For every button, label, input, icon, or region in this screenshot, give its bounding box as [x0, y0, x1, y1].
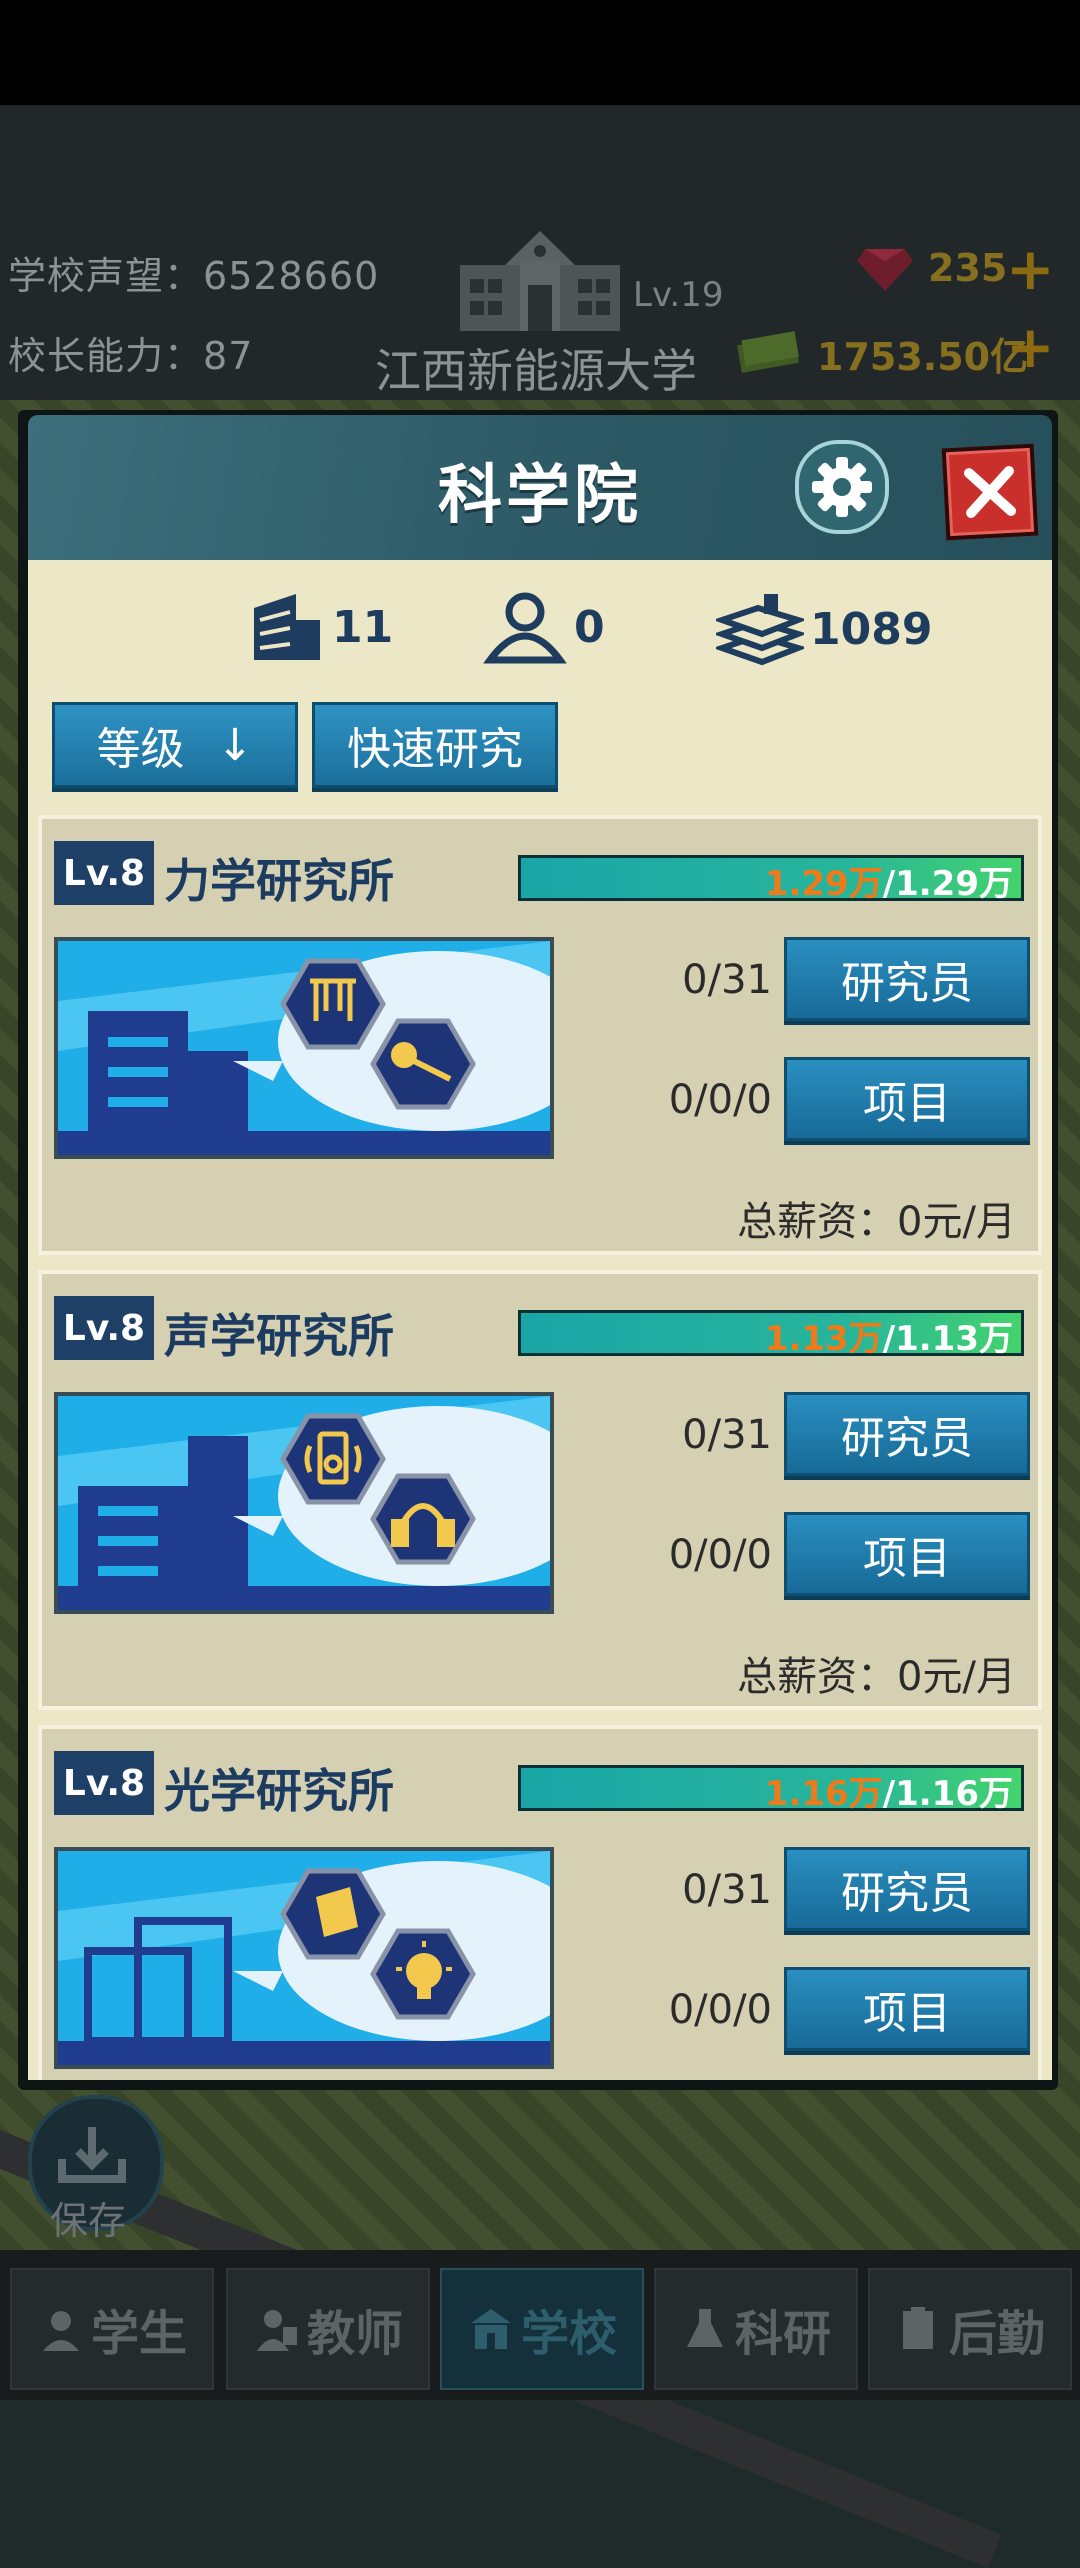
quick-research-label: 快速研究 — [347, 724, 523, 775]
student-icon — [42, 2311, 79, 2351]
gem-icon — [857, 245, 913, 297]
researcher-count: 0/31 — [682, 1412, 772, 1458]
nav-research-label: 科研 — [734, 2306, 831, 2362]
research-progress-bar: 1.13万/1.13万 — [518, 1310, 1024, 1359]
project-button[interactable]: 项目 — [784, 1512, 1030, 1596]
flask-icon — [686, 2309, 723, 2347]
researcher-button[interactable]: 研究员 — [784, 1392, 1030, 1476]
progress-max: /1.16万 — [882, 1774, 1013, 1814]
buildings-count: 11 — [332, 601, 394, 653]
institute-name: 声学研究所 — [164, 1309, 394, 1363]
institute-card-optics: Lv.8 光学研究所 1.16万/1.16万 0/31 研究员 0/0/0 项目 — [38, 1725, 1042, 2080]
arrow-down-icon: ↓ — [216, 719, 254, 771]
cash-icon — [735, 328, 801, 378]
institute-image[interactable] — [54, 1847, 554, 2069]
researcher-count: 0/31 — [682, 1867, 772, 1913]
nav-logistics[interactable]: 后勤 — [868, 2268, 1072, 2390]
nav-research[interactable]: 科研 — [654, 2268, 858, 2390]
add-money-button[interactable]: + — [1006, 318, 1055, 376]
school-building-icon[interactable] — [450, 225, 630, 339]
reputation-value: 6528660 — [203, 254, 380, 298]
building-icon — [254, 594, 320, 660]
close-icon — [963, 465, 1017, 519]
ability-label: 校长能力： — [8, 334, 204, 378]
total-salary: 总薪资：0元/月 — [737, 1654, 1016, 1700]
close-button[interactable] — [941, 443, 1039, 541]
school-level: Lv.19 — [633, 275, 724, 315]
gem-count: 235 — [928, 246, 1008, 290]
books-icon — [716, 594, 804, 666]
school-name: 江西新能源大学 — [375, 344, 697, 398]
teacher-icon — [256, 2310, 297, 2351]
institute-name: 力学研究所 — [164, 854, 394, 908]
reputation-label: 学校声望： — [8, 254, 204, 298]
progress-current: 1.16万 — [764, 1774, 883, 1814]
progress-max: /1.13万 — [882, 1319, 1013, 1359]
nav-school[interactable]: 学校 — [440, 2268, 644, 2390]
principal-ability-stat: 校长能力：87 — [8, 325, 253, 380]
nav-teacher-label: 教师 — [306, 2306, 403, 2362]
institute-name: 光学研究所 — [164, 1764, 394, 1818]
gear-icon — [812, 457, 872, 517]
project-count: 0/0/0 — [668, 1532, 772, 1578]
project-button[interactable]: 项目 — [784, 1057, 1030, 1141]
add-gems-button[interactable]: + — [1006, 240, 1055, 298]
nav-school-label: 学校 — [520, 2306, 617, 2362]
progress-current: 1.29万 — [764, 864, 883, 904]
nav-student-label: 学生 — [90, 2306, 187, 2362]
institute-card-mechanics: Lv.8 力学研究所 1.29万/1.29万 0/31 研究员 0/0/0 项目… — [38, 815, 1042, 1255]
buildings-counter: 11 — [246, 590, 393, 664]
institute-card-acoustics: Lv.8 声学研究所 1.13万/1.13万 0/31 研究员 0/0/0 项目… — [38, 1270, 1042, 1710]
level-badge: Lv.8 — [54, 1751, 154, 1815]
research-progress-bar: 1.29万/1.29万 — [518, 855, 1024, 904]
sort-label: 等级 — [96, 724, 185, 775]
progress-current: 1.13万 — [764, 1319, 883, 1359]
books-count: 1089 — [810, 603, 933, 655]
progress-max: /1.29万 — [882, 864, 1013, 904]
ability-value: 87 — [203, 334, 254, 378]
clipboard-icon — [902, 2307, 933, 2349]
researcher-button[interactable]: 研究员 — [784, 1847, 1030, 1931]
total-salary: 总薪资：0元/月 — [737, 1199, 1016, 1245]
level-badge: Lv.8 — [54, 1296, 154, 1360]
researcher-button[interactable]: 研究员 — [784, 937, 1030, 1021]
modal-title: 科学院 — [438, 459, 642, 533]
research-progress-bar: 1.16万/1.16万 — [518, 1765, 1024, 1814]
reputation-stat: 学校声望：6528660 — [8, 245, 379, 300]
save-label: 保存 — [50, 2199, 127, 2243]
nav-teacher[interactable]: 教师 — [226, 2268, 430, 2390]
project-count: 0/0/0 — [668, 1077, 772, 1123]
institute-image[interactable] — [54, 1392, 554, 1614]
people-counter: 0 — [482, 590, 605, 664]
status-bar — [0, 0, 1080, 105]
person-icon — [483, 592, 567, 664]
researcher-count: 0/31 — [682, 957, 772, 1003]
books-counter: 1089 — [716, 590, 932, 668]
project-count: 0/0/0 — [668, 1987, 772, 2033]
nav-student[interactable]: 学生 — [10, 2268, 214, 2390]
quick-research-button[interactable]: 快速研究 — [312, 702, 558, 788]
settings-button[interactable] — [795, 440, 889, 534]
sort-by-level-button[interactable]: 等级 ↓ — [52, 702, 298, 788]
project-button[interactable]: 项目 — [784, 1967, 1030, 2051]
money-count: 1753.50亿 — [817, 335, 1029, 379]
people-count: 0 — [574, 601, 605, 653]
nav-logistics-label: 后勤 — [948, 2306, 1045, 2362]
school-icon — [470, 2309, 511, 2349]
institute-image[interactable] — [54, 937, 554, 1159]
level-badge: Lv.8 — [54, 841, 154, 905]
